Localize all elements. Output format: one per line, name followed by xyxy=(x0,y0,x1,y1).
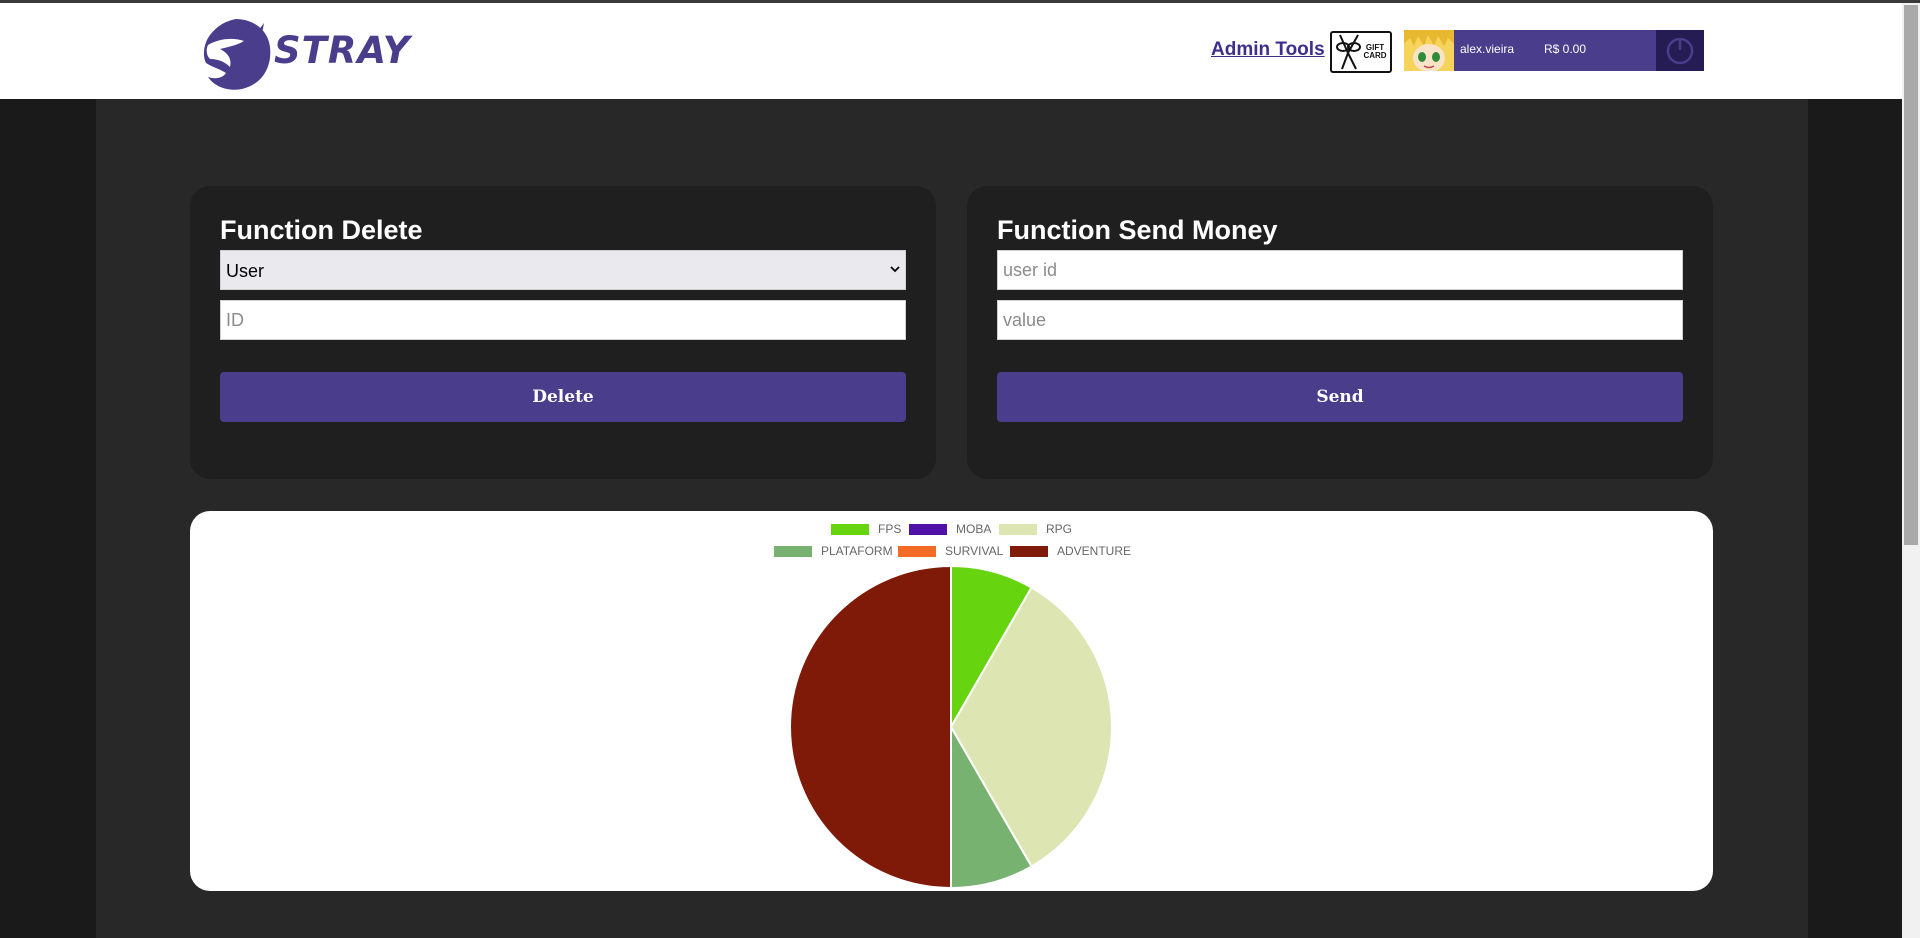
value-input[interactable] xyxy=(997,300,1683,340)
pie-slice-adventure[interactable] xyxy=(789,564,952,890)
brand-name: STRAY xyxy=(274,29,411,72)
delete-id-input[interactable] xyxy=(220,300,906,340)
scrollbar-thumb[interactable] xyxy=(1904,5,1918,545)
gift-ribbon-icon xyxy=(1336,34,1361,70)
logout-button[interactable] xyxy=(1656,30,1704,71)
avatar[interactable] xyxy=(1404,30,1454,71)
site-header: STRAY Admin Tools GIFT CARD alex.vieira … xyxy=(0,3,1902,99)
cat-head-logo-icon xyxy=(203,19,271,90)
gift-card-label: GIFT CARD xyxy=(1363,43,1387,60)
anime-avatar-icon xyxy=(1404,30,1454,71)
gift-card-button[interactable]: GIFT CARD xyxy=(1330,31,1392,73)
user-panel: alex.vieira R$ 0.00 xyxy=(1404,30,1704,71)
genre-chart-card: FPS MOBA RPG PLATAFORM SURVIVAL ADVENTURE xyxy=(190,511,1713,891)
delete-type-value: User xyxy=(226,261,265,281)
genre-pie-chart xyxy=(789,564,1113,890)
username: alex.vieira xyxy=(1460,42,1515,56)
user-id-input[interactable] xyxy=(997,250,1683,290)
send-money-panel: Function Send Money Send xyxy=(967,186,1713,479)
power-icon xyxy=(1666,37,1694,65)
delete-panel-title: Function Delete xyxy=(220,215,423,245)
balance: R$ 0.00 xyxy=(1544,42,1587,56)
stray-logo[interactable]: STRAY xyxy=(198,15,410,93)
delete-type-select[interactable]: User xyxy=(220,250,906,290)
send-button[interactable]: Send xyxy=(997,372,1683,422)
admin-tools-link[interactable]: Admin Tools xyxy=(1211,39,1325,61)
chevron-down-icon xyxy=(890,266,900,273)
delete-button[interactable]: Delete xyxy=(220,372,906,422)
send-money-panel-title: Function Send Money xyxy=(997,215,1278,245)
delete-panel: Function Delete User Delete xyxy=(190,186,936,479)
